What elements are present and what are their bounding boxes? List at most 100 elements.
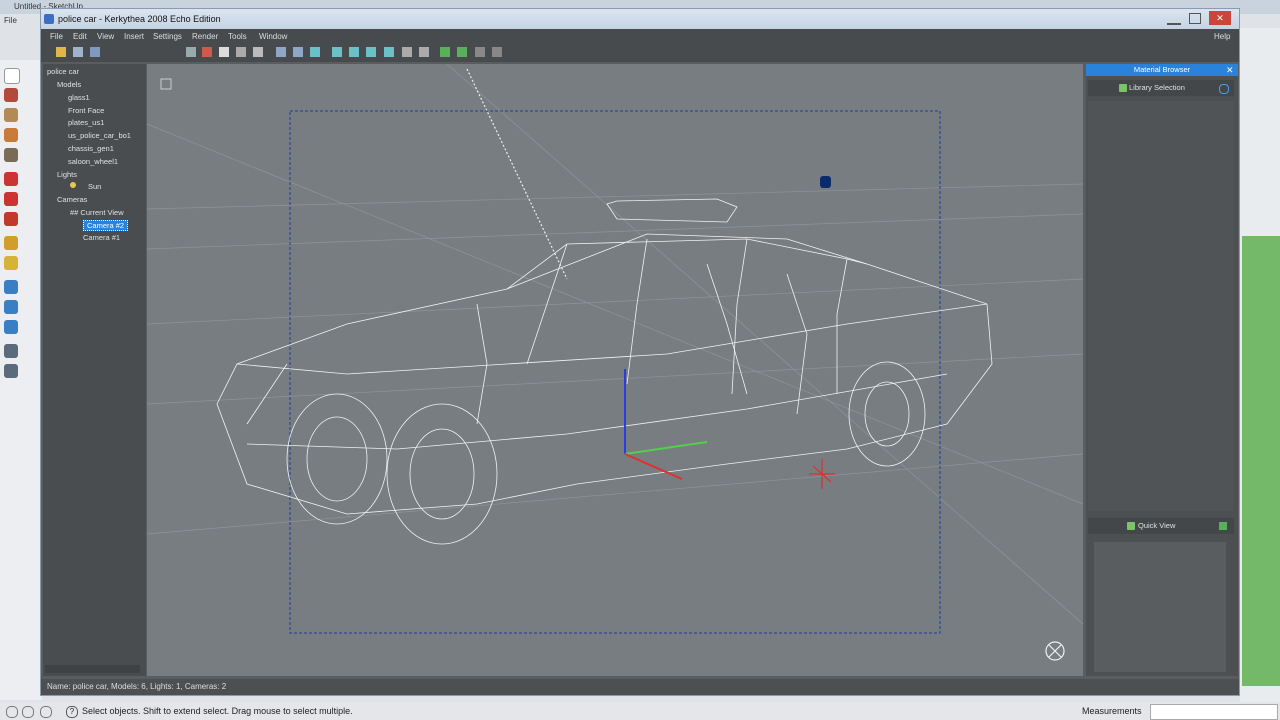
sun-marker [820,176,831,188]
panel-close-icon[interactable]: ✕ [1226,64,1234,76]
tree-model-item[interactable]: plates_us1 [68,118,104,127]
scene-tree: police car Models glass1 Front Face plat… [43,64,146,676]
open-icon[interactable] [56,47,66,57]
tree-cameras[interactable]: Cameras [57,195,87,204]
orbit-tool-icon[interactable] [4,280,18,294]
tree-root[interactable]: police car [47,67,79,76]
sun-direction-line [466,68,568,280]
position-camera-icon[interactable] [4,364,18,378]
library-icon [1119,84,1127,92]
tree-model-item[interactable]: glass1 [68,93,90,102]
select-tool-icon[interactable] [4,68,20,84]
police-car-wireframe [216,198,993,545]
wireframe-scene [147,64,1083,661]
scale-tool-icon[interactable] [4,212,18,226]
tree-model-item[interactable]: Front Face [68,106,104,115]
menu-settings[interactable]: Settings [153,29,182,44]
preview-icon[interactable] [492,47,502,57]
window-title: police car - Kerkythea 2008 Echo Edition [58,14,221,24]
viewport-corner-icon[interactable] [160,78,172,90]
kerkythea-window: police car - Kerkythea 2008 Echo Edition… [40,8,1240,696]
measurements-input[interactable] [1150,704,1278,720]
zoom-extents-icon[interactable] [4,320,18,334]
circle-tool-icon[interactable] [4,128,18,142]
status-bar: Name: police car, Models: 6, Lights: 1, … [41,679,1239,695]
save-icon[interactable] [73,47,83,57]
view-perspective-icon[interactable] [384,47,394,57]
geo-location-icon[interactable] [6,706,18,718]
move-tool-icon[interactable] [4,172,18,186]
tree-model-item[interactable]: saloon_wheel1 [68,157,118,166]
3d-viewport[interactable] [147,64,1083,676]
quick-view-label: Quick View [1138,521,1176,530]
status-hint: Select objects. Shift to extend select. … [82,706,353,716]
select-icon[interactable] [186,47,196,57]
tape-tool-icon[interactable] [4,236,18,250]
render-icon[interactable] [202,47,212,57]
view-front-icon[interactable] [332,47,342,57]
help-icon[interactable]: ? [66,706,78,718]
axis-y [624,441,708,455]
library-selection-bar[interactable]: Library Selection [1088,80,1234,96]
user-icon[interactable] [40,706,52,718]
light-icon[interactable] [293,47,303,57]
maximize-button[interactable] [1189,13,1201,24]
menu-edit[interactable]: Edit [73,29,87,44]
ground-grid [147,64,1083,625]
measurements-label: Measurements [1082,706,1142,716]
quick-view-preview [1094,542,1226,672]
menu-tools[interactable]: Tools [228,29,247,44]
save-as-icon[interactable] [90,47,100,57]
menu-bar: File Edit View Insert Settings Render To… [41,29,1239,44]
textured-icon[interactable] [457,47,467,57]
material-browser-title: Material Browser [1086,64,1238,76]
eraser-tool-icon[interactable] [4,88,18,102]
protractor-tool-icon[interactable] [4,256,18,270]
bounding-box-icon[interactable] [475,47,485,57]
material-list-area[interactable] [1088,101,1234,511]
minimize-button[interactable] [1167,13,1181,25]
tree-models[interactable]: Models [57,80,81,89]
rotate-tool-icon[interactable] [4,192,18,206]
close-button[interactable]: ✕ [1209,11,1231,25]
walk-tool-icon[interactable] [4,344,18,358]
menu-render[interactable]: Render [192,29,218,44]
sun-icon [70,182,76,188]
rotate-view-icon[interactable] [236,47,246,57]
app-icon [44,14,54,24]
material-browser-panel: Material Browser ✕ Library Selection Qui… [1086,64,1238,676]
polygon-tool-icon[interactable] [4,148,18,162]
tree-light-item[interactable]: Sun [88,182,101,191]
rectangle-tool-icon[interactable] [4,108,18,122]
wireframe-icon[interactable] [419,47,429,57]
sketchup-tool-palette [0,60,42,700]
zoom-tool-icon[interactable] [4,300,18,314]
solid-icon[interactable] [440,47,450,57]
menu-window[interactable]: Window [259,29,287,44]
tree-camera-item-selected[interactable]: Camera #2 [83,220,129,231]
view-top-icon[interactable] [366,47,376,57]
camera-icon[interactable] [276,47,286,57]
quick-view-bar: Quick View [1088,518,1234,534]
refresh-icon[interactable] [1219,84,1229,94]
tree-camera-item[interactable]: Camera #1 [83,233,120,242]
tree-model-item[interactable]: chassis_gen1 [68,144,114,153]
sketchup-ground-plane [1242,236,1280,686]
tree-scrollbar[interactable] [45,665,140,673]
view-side-icon[interactable] [349,47,359,57]
sketchup-menu-file[interactable]: File [0,14,44,28]
tree-lights[interactable]: Lights [57,170,77,179]
zoom-icon[interactable] [253,47,263,57]
tree-camera-item[interactable]: ## Current View [70,208,124,217]
quick-view-toggle-icon[interactable] [1219,522,1227,530]
library-selection-label: Library Selection [1129,83,1185,92]
menu-view[interactable]: View [97,29,114,44]
credits-icon[interactable] [22,706,34,718]
menu-file[interactable]: File [50,29,63,44]
pan-icon[interactable] [219,47,229,57]
grid-icon[interactable] [402,47,412,57]
tree-model-item[interactable]: us_police_car_bo1 [68,131,131,140]
menu-insert[interactable]: Insert [124,29,144,44]
menu-help[interactable]: Help [1214,29,1230,44]
model-icon[interactable] [310,47,320,57]
